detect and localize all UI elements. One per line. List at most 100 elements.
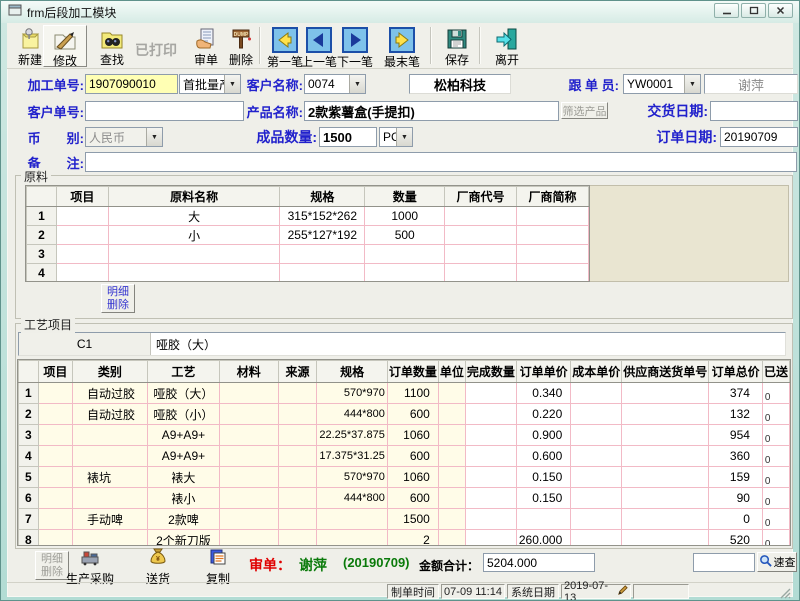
grid-cell[interactable] (622, 446, 709, 467)
grid-cell[interactable] (465, 467, 516, 488)
grid-cell[interactable] (220, 467, 279, 488)
grid-cell[interactable] (38, 488, 72, 509)
grid-cell[interactable] (38, 425, 72, 446)
follower-code-combo[interactable]: YW0001 ▼ (623, 74, 701, 94)
grid-cell[interactable] (278, 509, 317, 530)
grid-cell[interactable] (622, 383, 709, 404)
grid-cell[interactable]: 444*800 (317, 404, 387, 425)
grid-cell[interactable] (465, 488, 516, 509)
grid-cell[interactable] (38, 530, 72, 547)
grid-cell[interactable] (220, 446, 279, 467)
chevron-down-icon[interactable]: ▼ (684, 75, 700, 93)
grid-cell[interactable] (445, 245, 517, 264)
grid-cell[interactable]: 2款啤 (147, 509, 219, 530)
row-number-cell[interactable]: 8 (19, 530, 39, 547)
grid-cell[interactable] (465, 530, 516, 547)
grid-cell[interactable] (278, 488, 317, 509)
grid-cell[interactable]: 1100 (387, 383, 438, 404)
grid-cell[interactable] (38, 509, 72, 530)
grid-cell[interactable]: 裱小 (147, 488, 219, 509)
grid-cell[interactable] (317, 530, 387, 547)
grid-cell[interactable]: 2 (387, 530, 438, 547)
grid-cell[interactable]: 570*970 (317, 467, 387, 488)
grid-cell[interactable] (438, 425, 465, 446)
customer-code-combo[interactable]: 0074 ▼ (304, 74, 366, 94)
delete-button[interactable]: DUMP 删除 (219, 25, 263, 67)
grid-cell[interactable] (438, 530, 465, 547)
grid-cell[interactable]: 22.25*37.875 (317, 425, 387, 446)
grid-cell[interactable] (220, 404, 279, 425)
grid-cell[interactable]: 0.340 (516, 383, 570, 404)
column-header[interactable]: 已送 (762, 361, 789, 383)
grid-cell[interactable] (517, 226, 589, 245)
grid-cell[interactable]: 大 (108, 207, 280, 226)
grid-cell[interactable] (622, 530, 709, 547)
grid-cell[interactable] (516, 509, 570, 530)
grid-cell[interactable] (278, 446, 317, 467)
grid-cell[interactable]: 0 (762, 488, 789, 509)
grid-cell[interactable] (445, 207, 517, 226)
grid-cell[interactable] (72, 446, 147, 467)
grid-cell[interactable]: A9+A9+ (147, 425, 219, 446)
grid-cell[interactable]: 444*800 (317, 488, 387, 509)
grid-cell[interactable] (571, 383, 622, 404)
grid-cell[interactable] (571, 509, 622, 530)
grid-cell[interactable] (278, 383, 317, 404)
column-header[interactable]: 完成数量 (465, 361, 516, 383)
grid-cell[interactable] (571, 530, 622, 547)
grid-cell[interactable]: 315*152*262 (280, 207, 365, 226)
grid-cell[interactable]: 0 (762, 530, 789, 547)
column-header[interactable]: 供应商送货单号 (622, 361, 709, 383)
grid-cell[interactable]: 600 (387, 446, 438, 467)
close-button[interactable] (768, 3, 793, 18)
grid-cell[interactable] (465, 509, 516, 530)
resize-grip[interactable] (780, 586, 791, 601)
grid-cell[interactable] (571, 467, 622, 488)
modify-button[interactable]: 修改 (43, 25, 87, 67)
column-header[interactable]: 订单总价 (709, 361, 763, 383)
grid-cell[interactable] (56, 264, 108, 283)
grid-cell[interactable] (365, 264, 445, 283)
delivery-date-input[interactable] (710, 101, 798, 121)
grid-cell[interactable]: 0 (709, 509, 763, 530)
order-no-input[interactable] (85, 74, 178, 94)
grid-cell[interactable]: 0 (762, 509, 789, 530)
column-header[interactable]: 来源 (278, 361, 317, 383)
grid-cell[interactable] (517, 207, 589, 226)
grid-cell[interactable] (517, 245, 589, 264)
grid-cell[interactable] (438, 383, 465, 404)
next-record-button[interactable]: 下一笔 (333, 25, 377, 67)
save-button[interactable]: 保存 (435, 25, 479, 67)
row-number-cell[interactable]: 7 (19, 509, 39, 530)
grid-cell[interactable] (278, 530, 317, 547)
grid-cell[interactable] (622, 425, 709, 446)
grid-cell[interactable]: 570*970 (317, 383, 387, 404)
grid-cell[interactable] (622, 404, 709, 425)
grid-cell[interactable] (445, 226, 517, 245)
grid-cell[interactable]: 0.600 (516, 446, 570, 467)
grid-cell[interactable] (56, 226, 108, 245)
grid-cell[interactable] (220, 509, 279, 530)
grid-cell[interactable]: 600 (387, 404, 438, 425)
grid-cell[interactable] (108, 245, 280, 264)
filter-product-button[interactable]: 筛选产品 (561, 102, 608, 119)
grid-cell[interactable]: 小 (108, 226, 280, 245)
process-grid[interactable]: 项目类别工艺材料来源规格订单数量单位完成数量订单单价成本单价供应商送货单号订单总… (18, 360, 790, 546)
grid-cell[interactable] (220, 425, 279, 446)
grid-cell[interactable]: 360 (709, 446, 763, 467)
column-header[interactable]: 单位 (438, 361, 465, 383)
grid-cell[interactable]: 哑胶（大） (147, 383, 219, 404)
grid-cell[interactable] (72, 425, 147, 446)
grid-cell[interactable] (220, 488, 279, 509)
row-number-cell[interactable]: 5 (19, 467, 39, 488)
grid-cell[interactable] (317, 509, 387, 530)
grid-cell[interactable] (465, 383, 516, 404)
row-number-cell[interactable]: 4 (19, 446, 39, 467)
grid-cell[interactable]: 1060 (387, 467, 438, 488)
grid-cell[interactable] (220, 530, 279, 547)
grid-cell[interactable]: 0.150 (516, 467, 570, 488)
grid-cell[interactable]: 0 (762, 404, 789, 425)
column-header[interactable]: 成本单价 (571, 361, 622, 383)
quick-search-button[interactable]: 速查 (757, 552, 797, 572)
column-header[interactable]: 厂商代号 (445, 187, 517, 207)
